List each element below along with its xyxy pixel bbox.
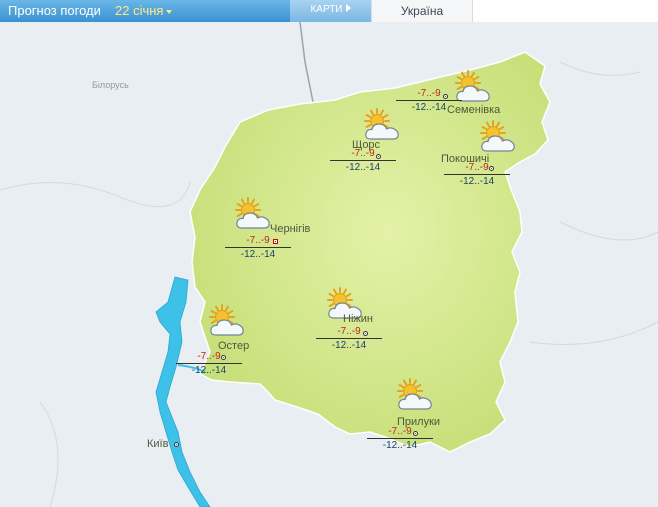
date-label: 22 січня	[115, 3, 164, 18]
sun-ray	[333, 288, 337, 295]
sun-ray	[345, 293, 352, 297]
sun-ray	[481, 136, 488, 140]
sun-behind-cloud-icon[interactable]	[395, 378, 435, 412]
sun-ray	[210, 320, 217, 324]
sun-ray	[236, 203, 243, 207]
cloud-shape	[398, 393, 432, 410]
sun-ray	[398, 384, 405, 388]
map-canvas	[0, 22, 658, 507]
sun-behind-cloud-icon[interactable]	[478, 120, 518, 154]
sun-ray	[215, 305, 219, 312]
day-temp: -7..-9	[225, 235, 291, 248]
sun-ray	[210, 310, 217, 314]
forecast-oster[interactable]: -7..-9 -12..-14	[176, 351, 242, 377]
tab-ukraine[interactable]: Україна	[371, 0, 473, 22]
sun-behind-cloud-icon[interactable]	[362, 108, 402, 142]
sun-ray	[328, 293, 335, 297]
sun-ray	[456, 76, 463, 80]
sun-ray	[415, 384, 422, 388]
sun-ray	[365, 124, 372, 128]
sun-ray	[225, 305, 229, 312]
sun-ray	[343, 288, 347, 295]
sun-ray	[398, 394, 405, 398]
sun-ray	[382, 114, 389, 118]
tab-maps[interactable]: КАРТИ	[290, 0, 371, 22]
sun-ray	[253, 203, 260, 207]
sun-behind-cloud-graphic	[364, 108, 399, 140]
sun-ray	[481, 126, 488, 130]
city-label-nizhyn[interactable]: Ніжин	[343, 313, 373, 325]
country-label-belarus: Білорусь	[92, 80, 129, 90]
city-marker	[174, 442, 179, 447]
night-temp: -12..-14	[345, 162, 381, 173]
sun-ray	[236, 213, 243, 217]
city-label-chernihiv[interactable]: Чернігів	[270, 223, 310, 235]
day-temp: -7..-9	[444, 162, 510, 175]
sun-ray	[227, 310, 234, 314]
sun-behind-cloud-graphic	[397, 378, 432, 410]
sun-ray	[473, 76, 480, 80]
chevron-down-icon	[166, 9, 173, 14]
sun-ray	[370, 109, 374, 116]
day-temp: -7..-9	[330, 148, 396, 161]
city-label-kyiv[interactable]: Київ	[147, 438, 168, 450]
sun-ray	[241, 198, 245, 205]
day-temp: -7..-9	[316, 326, 382, 339]
sun-ray	[498, 126, 505, 130]
sun-behind-cloud-icon[interactable]	[233, 197, 273, 231]
forecast-shchors[interactable]: -7..-9 -12..-14	[330, 148, 396, 174]
sun-behind-cloud-graphic	[209, 304, 244, 336]
sun-ray	[403, 379, 407, 386]
forecast-pokoshychi[interactable]: -7..-9 -12..-14	[444, 162, 510, 188]
night-temp: -12..-14	[240, 249, 276, 260]
night-temp: -12..-14	[459, 176, 495, 187]
sun-ray	[486, 121, 490, 128]
sun-ray	[251, 198, 255, 205]
arrow-right-icon	[345, 4, 351, 12]
header: Прогноз погоди 22 січня КАРТИ Україна	[0, 0, 658, 22]
cloud-shape	[365, 123, 399, 140]
forecast-chernihiv[interactable]: -7..-9 -12..-14	[225, 235, 291, 261]
cloud-shape	[210, 319, 244, 336]
header-bar: Прогноз погоди 22 січня	[0, 0, 290, 22]
sun-behind-cloud-graphic	[235, 197, 270, 229]
sun-behind-cloud-icon[interactable]	[207, 304, 247, 338]
sun-ray	[365, 114, 372, 118]
night-temp: -12..-14	[411, 102, 447, 113]
day-temp: -7..-9	[396, 88, 462, 101]
night-temp: -12..-14	[382, 440, 418, 451]
forecast-pryluky[interactable]: -7..-9 -12..-14	[367, 426, 433, 452]
sun-behind-cloud-graphic	[480, 120, 515, 152]
day-temp: -7..-9	[367, 426, 433, 439]
forecast-semenivka[interactable]: -7..-9 -12..-14	[396, 88, 462, 114]
tab-ukraine-label: Україна	[400, 4, 444, 18]
sun-ray	[461, 71, 465, 78]
night-temp: -12..-14	[331, 340, 367, 351]
weather-map: Білорусь Семенівка -7..-9 -12..-14 Щорс …	[0, 22, 658, 507]
sun-ray	[496, 121, 500, 128]
sun-ray	[471, 71, 475, 78]
sun-ray	[413, 379, 417, 386]
cloud-shape	[236, 212, 270, 229]
cloud-shape	[481, 135, 515, 152]
tab-maps-label: КАРТИ	[310, 4, 343, 15]
date-dropdown[interactable]: 22 січня	[115, 3, 173, 18]
day-temp: -7..-9	[176, 351, 242, 364]
page-title: Прогноз погоди	[8, 3, 101, 18]
forecast-nizhyn[interactable]: -7..-9 -12..-14	[316, 326, 382, 352]
night-temp: -12..-14	[191, 365, 227, 376]
sun-ray	[380, 109, 384, 116]
sun-ray	[328, 303, 335, 307]
